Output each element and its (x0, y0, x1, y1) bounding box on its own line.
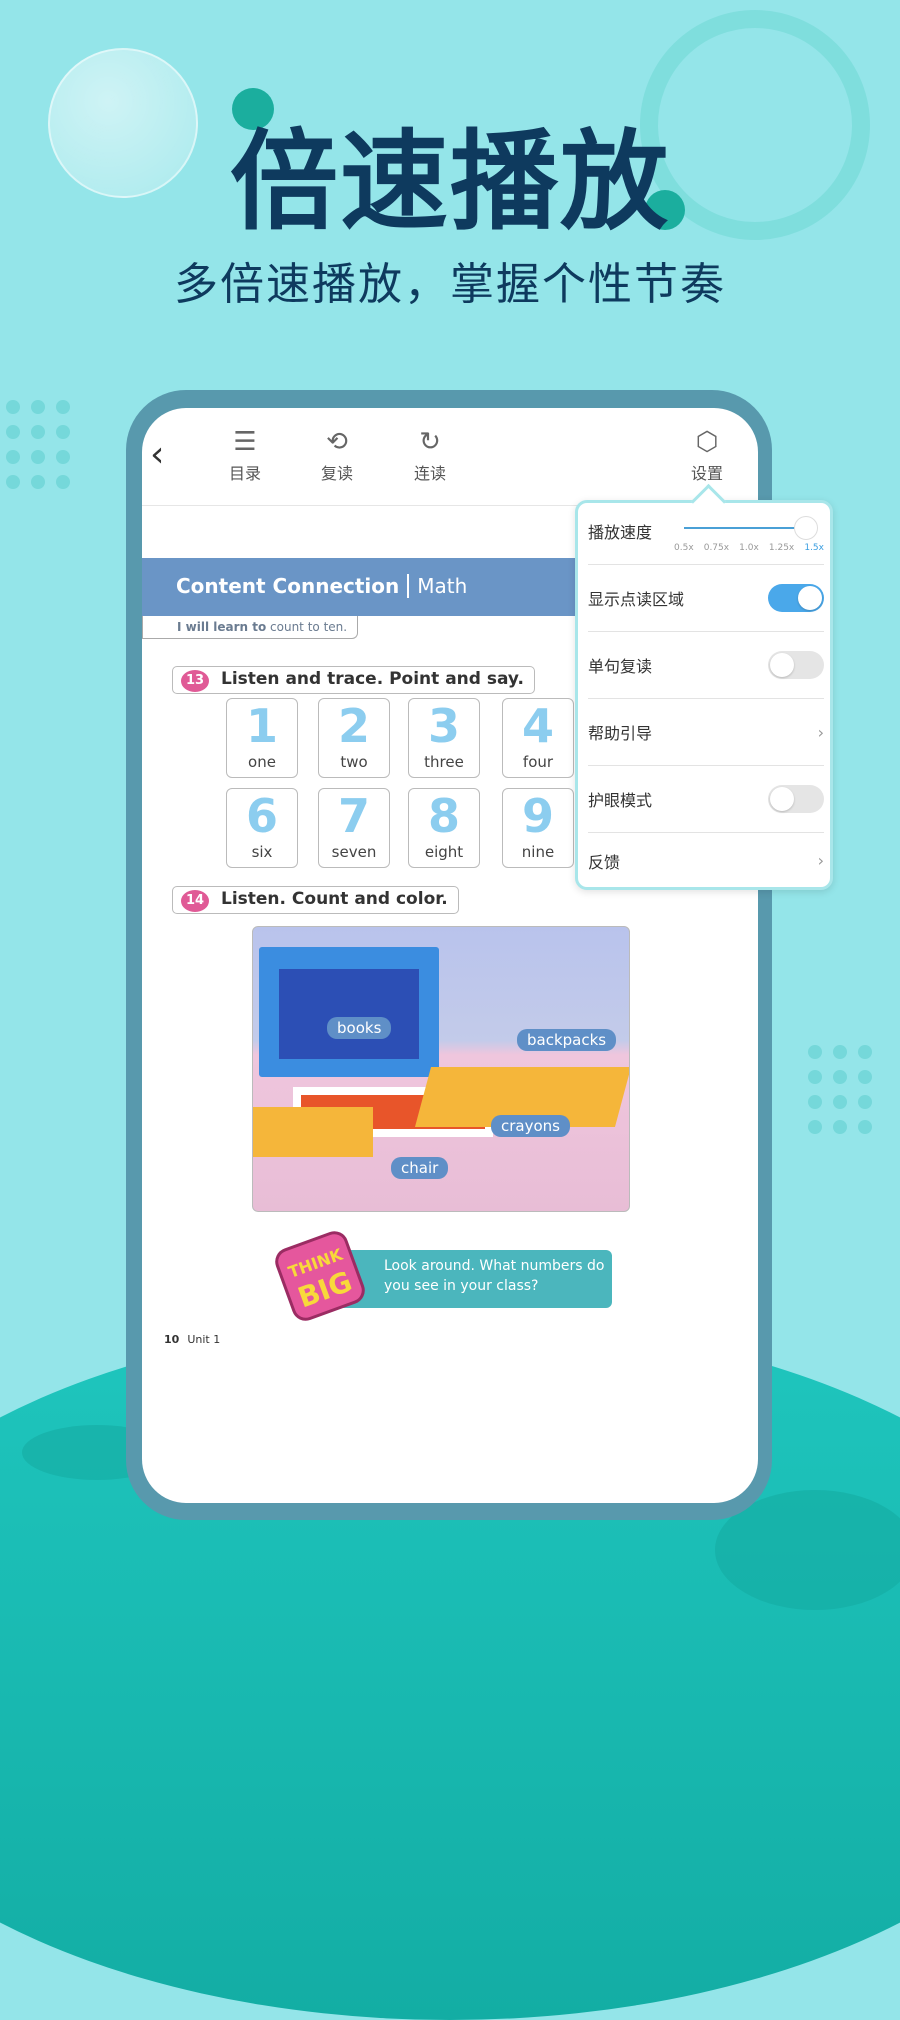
audio-badge-icon: 13 (181, 670, 209, 692)
page-number: 10 (164, 1333, 180, 1346)
speed-option-selected[interactable]: 1.5x (804, 543, 824, 553)
number: 4 (521, 699, 554, 753)
scene-tag-crayons[interactable]: crayons (491, 1115, 570, 1137)
speed-slider[interactable] (684, 516, 818, 540)
speed-option[interactable]: 0.5x (674, 543, 694, 553)
number-word: six (251, 843, 273, 861)
number-card[interactable]: 6 six (226, 788, 298, 868)
number-word: nine (521, 843, 555, 861)
number-card[interactable]: 2 two (318, 698, 390, 778)
number: 2 (337, 699, 370, 753)
number: 9 (521, 789, 554, 843)
number-card[interactable]: 1 one (226, 698, 298, 778)
decorative-dots (808, 1045, 872, 1134)
setting-label: 反馈 (588, 852, 621, 872)
chevron-left-icon[interactable]: ‹ (150, 434, 164, 475)
setting-label: 帮助引导 (588, 724, 653, 743)
number-word: two (340, 753, 368, 771)
table (253, 1107, 373, 1157)
toolbar-continuous-button[interactable]: ↻ 连读 (395, 424, 465, 484)
settings-panel: 播放速度 0.5x 0.75x 1.0x 1.25x 1.5x 显示点读区域 单… (575, 500, 833, 890)
activity-14[interactable]: 14 Listen. Count and color. (172, 886, 459, 914)
setting-label: 护眼模式 (588, 791, 653, 810)
number-word: one (248, 753, 276, 771)
think-big-badge: THINK BIG (271, 1227, 369, 1325)
number-word: three (424, 753, 464, 771)
banner-subject: Math (407, 574, 468, 598)
setting-feedback[interactable]: 反馈 › (588, 833, 824, 888)
setting-label: 显示点读区域 (588, 590, 685, 609)
slider-knob[interactable] (794, 516, 818, 540)
number-card[interactable]: 8 eight (408, 788, 480, 868)
banner-title: Content Connection (176, 574, 400, 598)
speed-label: 播放速度 (588, 523, 653, 542)
scene-tag-chair[interactable]: chair (391, 1157, 449, 1179)
speed-option[interactable]: 0.75x (704, 543, 729, 553)
hero-subtitle: 多倍速播放，掌握个性节奏 (174, 259, 726, 310)
number-word: four (522, 753, 554, 771)
toolbar-label: 设置 (690, 464, 723, 483)
setting-label: 单句复读 (588, 657, 653, 676)
speed-option[interactable]: 1.25x (769, 543, 794, 553)
toolbar-label: 复读 (320, 464, 353, 483)
reader-toolbar: ‹ ☰ 目录 ⟲ 复读 ↻ 连读 ⬡ 设置 (142, 408, 758, 506)
toolbar-catalog-button[interactable]: ☰ 目录 (210, 424, 280, 484)
scene-tag-books[interactable]: books (327, 1017, 392, 1039)
toolbar-settings-button[interactable]: ⬡ 设置 (672, 424, 742, 484)
number: 3 (427, 699, 460, 753)
page-footer: 10 Unit 1 (164, 1333, 220, 1346)
number: 6 (245, 789, 278, 843)
learn-bold: I will learn to (177, 620, 267, 634)
chevron-right-icon: › (817, 722, 824, 742)
chevron-right-icon: › (817, 851, 824, 870)
audio-badge-icon: 14 (181, 890, 209, 912)
number-card[interactable]: 4 four (502, 698, 574, 778)
setting-eye-care: 护眼模式 (588, 766, 824, 833)
gear-icon: ⬡ (695, 427, 719, 457)
activity-13[interactable]: 13 Listen and trace. Point and say. (172, 666, 535, 694)
toolbar-repeat-button[interactable]: ⟲ 复读 (302, 424, 372, 484)
bookshelf (259, 947, 439, 1077)
setting-help-guide[interactable]: 帮助引导 › (588, 699, 824, 766)
show-read-area-toggle[interactable] (768, 584, 824, 612)
number-card[interactable]: 7 seven (318, 788, 390, 868)
eye-care-toggle[interactable] (768, 785, 824, 813)
activity-text: Listen. Count and color. (221, 889, 448, 909)
number-word: seven (331, 843, 377, 861)
number: 7 (337, 789, 370, 843)
number-word: eight (424, 843, 464, 861)
scene-tag-backpacks[interactable]: backpacks (517, 1029, 617, 1051)
hero-title: 倍速播放 (229, 120, 670, 245)
number-card[interactable]: 3 three (408, 698, 480, 778)
activity-text: Listen and trace. Point and say. (221, 669, 524, 689)
number: 8 (427, 789, 460, 843)
toolbar-label: 连读 (413, 464, 446, 483)
setting-sentence-repeat: 单句复读 (588, 632, 824, 699)
learn-text: count to ten. (266, 620, 348, 634)
setting-show-read-area: 显示点读区域 (588, 565, 824, 632)
sentence-repeat-toggle[interactable] (768, 651, 824, 679)
learning-goal: I will learn to count to ten. (142, 616, 359, 639)
decorative-dots (6, 400, 70, 489)
classroom-illustration: books backpacks crayons chair (252, 926, 630, 1212)
number: 1 (245, 699, 278, 753)
repeat-icon: ⟲ (326, 427, 348, 457)
speed-ticks: 0.5x 0.75x 1.0x 1.25x 1.5x (674, 543, 824, 553)
unit-label: Unit 1 (187, 1333, 221, 1346)
number-card[interactable]: 9 nine (502, 788, 574, 868)
toolbar-label: 目录 (228, 464, 261, 483)
list-icon: ☰ (233, 427, 257, 457)
speed-setting: 播放速度 0.5x 0.75x 1.0x 1.25x 1.5x (588, 503, 824, 565)
continuous-play-icon: ↻ (419, 427, 441, 457)
speed-option[interactable]: 1.0x (739, 543, 759, 553)
